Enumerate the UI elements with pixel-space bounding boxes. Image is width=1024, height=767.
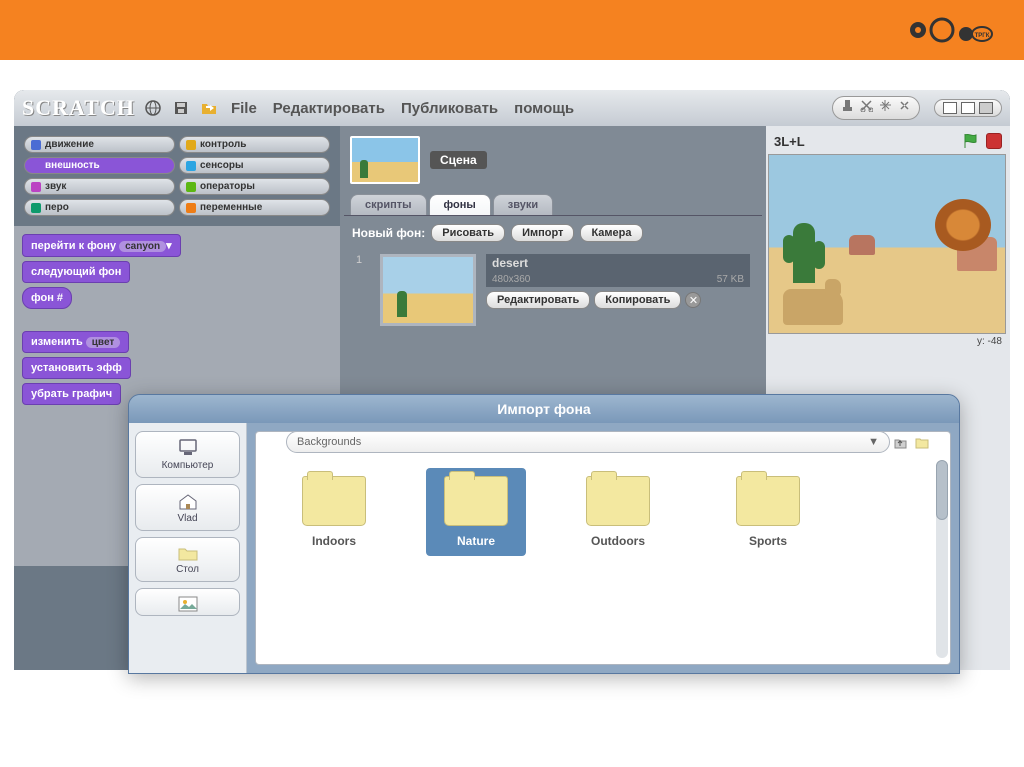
sidebar-more[interactable] — [135, 588, 240, 616]
view-small-stage[interactable] — [943, 102, 957, 114]
background-name: desert — [486, 254, 750, 272]
paint-button[interactable]: Рисовать — [431, 224, 505, 242]
category-sound[interactable]: звук — [24, 178, 175, 195]
import-background-dialog: Импорт фона Компьютер Vlad Стол Backgrou… — [128, 394, 960, 674]
editor-tabs: скрипты фоны звуки — [344, 194, 762, 215]
green-flag-icon[interactable] — [962, 132, 980, 150]
background-thumbnail[interactable] — [380, 254, 476, 326]
folder-nature[interactable]: Nature — [426, 468, 526, 556]
folder-icon — [176, 544, 200, 562]
block-background-number[interactable]: фон # — [22, 287, 72, 309]
category-pen[interactable]: перо — [24, 199, 175, 216]
background-size: 57 KB — [717, 274, 744, 285]
new-background-label: Новый фон: — [352, 226, 425, 240]
computer-icon — [176, 438, 200, 458]
folder-icon — [444, 476, 508, 526]
folder-indoors[interactable]: Indoors — [284, 476, 384, 548]
project-title: 3L+L — [774, 134, 805, 149]
open-icon[interactable] — [199, 98, 219, 118]
shrink-icon[interactable] — [898, 99, 911, 117]
folder-sports[interactable]: Sports — [718, 476, 818, 548]
stage-header: 3L+L — [768, 128, 1008, 154]
stage-horse-sprite — [783, 289, 843, 325]
category-control[interactable]: контроль — [179, 136, 330, 153]
delete-background-button[interactable]: ✕ — [685, 292, 701, 308]
brand-header: ТРГК — [0, 0, 1024, 60]
camera-button[interactable]: Камера — [580, 224, 642, 242]
import-button[interactable]: Импорт — [511, 224, 574, 242]
background-info: desert 480x360 57 KB Редактировать Копир… — [486, 254, 750, 326]
edit-background-button[interactable]: Редактировать — [486, 291, 590, 309]
dropdown-arrow-icon[interactable]: ▼ — [868, 436, 879, 448]
background-item: 1 desert 480x360 57 KB Редактировать Коп… — [352, 250, 754, 330]
tab-backgrounds[interactable]: фоны — [429, 194, 491, 215]
menu-edit[interactable]: Редактировать — [269, 100, 389, 117]
save-icon[interactable] — [171, 98, 191, 118]
menu-help[interactable]: помощь — [510, 100, 578, 117]
category-sensing[interactable]: сенсоры — [179, 157, 330, 174]
app-logo: SCRATCH — [22, 95, 135, 121]
scissors-icon[interactable] — [860, 99, 873, 117]
sidebar-user-folder[interactable]: Vlad — [135, 484, 240, 531]
stage-canvas[interactable] — [768, 154, 1006, 334]
block-change-effect[interactable]: изменитьцвет — [22, 331, 129, 353]
block-next-background[interactable]: следующий фон — [22, 261, 130, 283]
new-folder-icon[interactable] — [914, 434, 930, 455]
stamp-icon[interactable] — [841, 99, 854, 117]
picture-icon — [177, 595, 199, 613]
menu-file[interactable]: File — [227, 100, 261, 117]
folder-icon — [736, 476, 800, 526]
dialog-sidebar: Компьютер Vlad Стол — [129, 423, 247, 673]
file-browser: Backgrounds ▼ Indoors Nature Outdoors — [255, 431, 951, 665]
current-path: Backgrounds — [297, 436, 361, 448]
tab-scripts[interactable]: скрипты — [350, 194, 427, 215]
stage-cactus — [793, 223, 815, 283]
dialog-title: Импорт фона — [129, 395, 959, 423]
sidebar-computer[interactable]: Компьютер — [135, 431, 240, 478]
menu-publish[interactable]: Публиковать — [397, 100, 502, 117]
path-dropdown[interactable]: Backgrounds ▼ — [286, 431, 890, 453]
view-mode-controls — [934, 99, 1002, 117]
block-switch-background[interactable]: перейти к фонуcanyon▾ — [22, 234, 181, 257]
new-background-row: Новый фон: Рисовать Импорт Камера — [352, 224, 754, 242]
sidebar-desktop[interactable]: Стол — [135, 537, 240, 582]
folder-outdoors[interactable]: Outdoors — [568, 476, 668, 548]
copy-background-button[interactable]: Копировать — [594, 291, 681, 309]
background-dimensions: 480x360 — [492, 274, 530, 285]
stop-icon[interactable] — [986, 133, 1002, 149]
sprite-header: Сцена — [344, 130, 762, 190]
backgrounds-panel: Новый фон: Рисовать Импорт Камера 1 dese… — [344, 215, 762, 338]
view-presentation[interactable] — [979, 102, 993, 114]
tab-sounds[interactable]: звуки — [493, 194, 553, 215]
toolbar: SCRATCH File Редактировать Публиковать п… — [14, 90, 1010, 126]
stage-coordinates: y: -48 — [768, 334, 1008, 349]
scroll-thumb[interactable] — [936, 460, 948, 520]
view-normal-stage[interactable] — [961, 102, 975, 114]
up-folder-icon[interactable] — [892, 434, 908, 455]
background-index: 1 — [356, 254, 370, 326]
category-looks[interactable]: внешность — [24, 157, 175, 174]
category-operators[interactable]: операторы — [179, 178, 330, 195]
scrollbar[interactable] — [936, 460, 948, 658]
folder-icon — [302, 476, 366, 526]
background-meta: 480x360 57 KB — [486, 272, 750, 287]
category-grid: движение контроль внешность сенсоры звук… — [14, 126, 340, 226]
category-motion[interactable]: движение — [24, 136, 175, 153]
grow-icon[interactable] — [879, 99, 892, 117]
category-variables[interactable]: переменные — [179, 199, 330, 216]
stage-rock — [849, 235, 875, 255]
folder-icon — [586, 476, 650, 526]
svg-text:ТРГК: ТРГК — [975, 33, 990, 39]
stage-thumbnail[interactable] — [350, 136, 420, 184]
brand-logo: ТРГК — [904, 12, 994, 52]
sprite-name: Сцена — [430, 151, 487, 169]
block-clear-graphics[interactable]: убрать графич — [22, 383, 121, 405]
globe-icon[interactable] — [143, 98, 163, 118]
home-icon — [176, 491, 200, 511]
stage-lion-sprite — [935, 199, 991, 251]
block-set-effect[interactable]: установить эфф — [22, 357, 131, 379]
sprite-tools — [832, 96, 920, 120]
folder-grid: Indoors Nature Outdoors Sports — [256, 432, 950, 592]
